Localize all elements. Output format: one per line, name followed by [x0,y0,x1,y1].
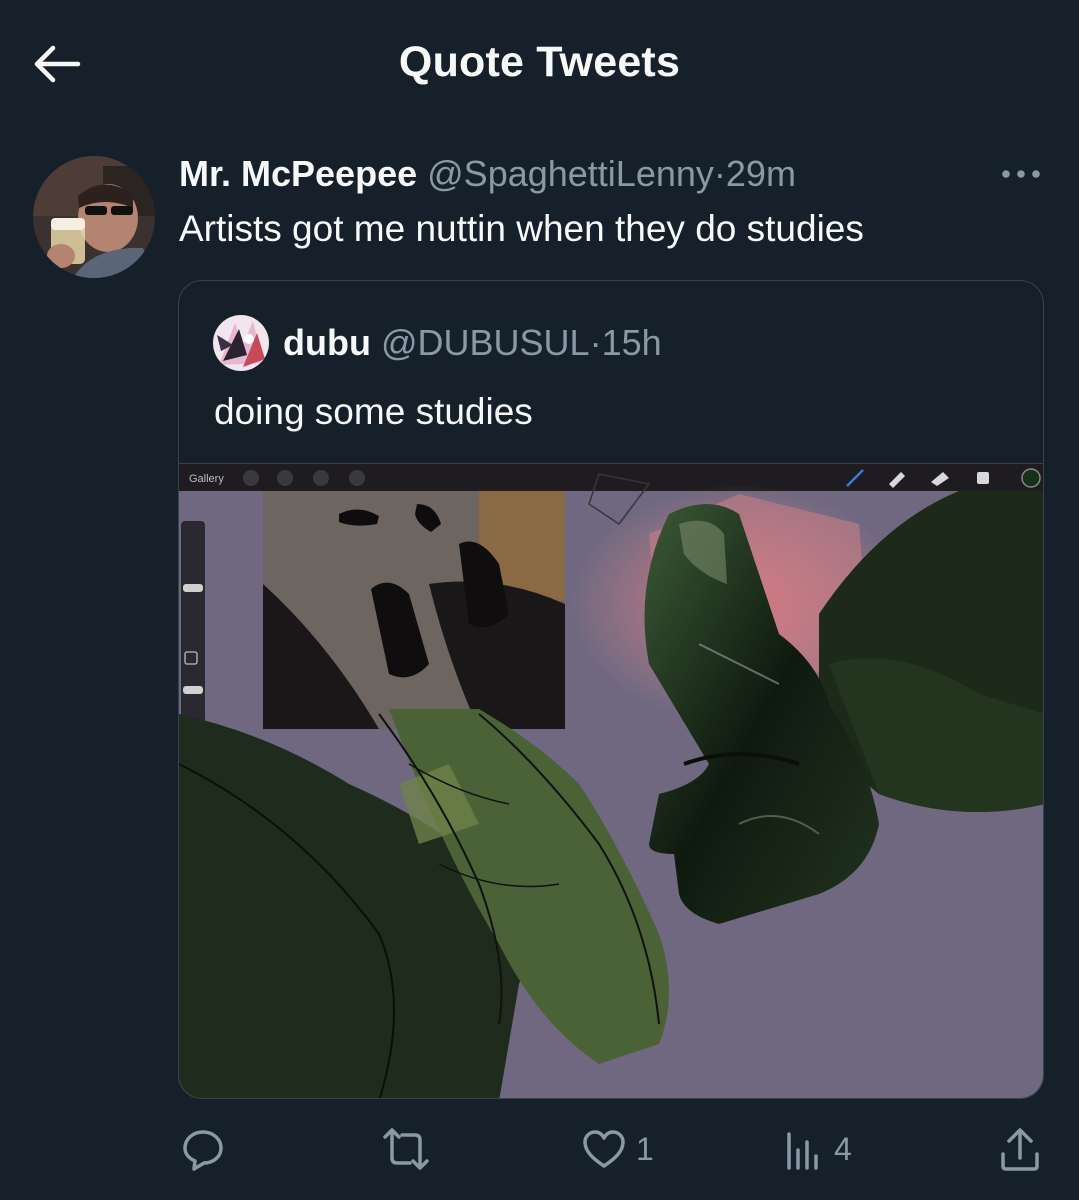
more-button[interactable] [996,160,1046,188]
tweet-header: Mr. McPeepee @SpaghettiLenny·29m [179,152,796,196]
gallery-label: Gallery [189,473,224,485]
avatar-image [33,156,155,278]
quoted-avatar[interactable] [213,315,269,371]
reply-icon [183,1130,223,1171]
separator-dot: · [713,153,726,194]
like-count: 1 [636,1130,654,1167]
retweet-button[interactable] [382,1125,430,1173]
quoted-separator-dot: · [589,322,602,363]
display-name[interactable]: Mr. McPeepee [179,153,417,194]
heart-icon [583,1130,625,1168]
retweet-icon [383,1128,429,1170]
quoted-display-name[interactable]: dubu [283,322,371,363]
views-count: 4 [834,1130,852,1167]
quoted-tweet-header: dubu @DUBUSUL·15h [283,321,662,365]
more-horizontal-icon [1002,170,1040,178]
quoted-media-image[interactable]: Gallery [179,463,1043,1098]
views-button[interactable]: 4 [784,1125,852,1173]
quoted-timestamp[interactable]: 15h [602,322,662,363]
page-title: Quote Tweets [398,38,681,86]
timestamp[interactable]: 29m [726,153,796,194]
views-chart-icon [787,1132,818,1170]
drawing-app-screenshot: Gallery [179,464,1043,1098]
like-button[interactable]: 1 [582,1125,654,1173]
user-handle[interactable]: @SpaghettiLenny [427,153,714,194]
share-button[interactable] [998,1125,1042,1173]
quoted-handle[interactable]: @DUBUSUL [381,322,590,363]
tweet-text: Artists got me nuttin when they do studi… [179,208,864,249]
share-icon [1001,1128,1039,1171]
quoted-tweet-card[interactable]: dubu @DUBUSUL·15h doing some studies Gal… [178,280,1044,1099]
quoted-avatar-image [213,315,269,371]
quoted-tweet-text: doing some studies [214,391,533,432]
top-bar: Quote Tweets [0,0,1079,125]
tweet-action-bar: 1 4 [0,1115,1079,1185]
reply-button[interactable] [180,1125,226,1173]
avatar[interactable] [33,156,155,278]
